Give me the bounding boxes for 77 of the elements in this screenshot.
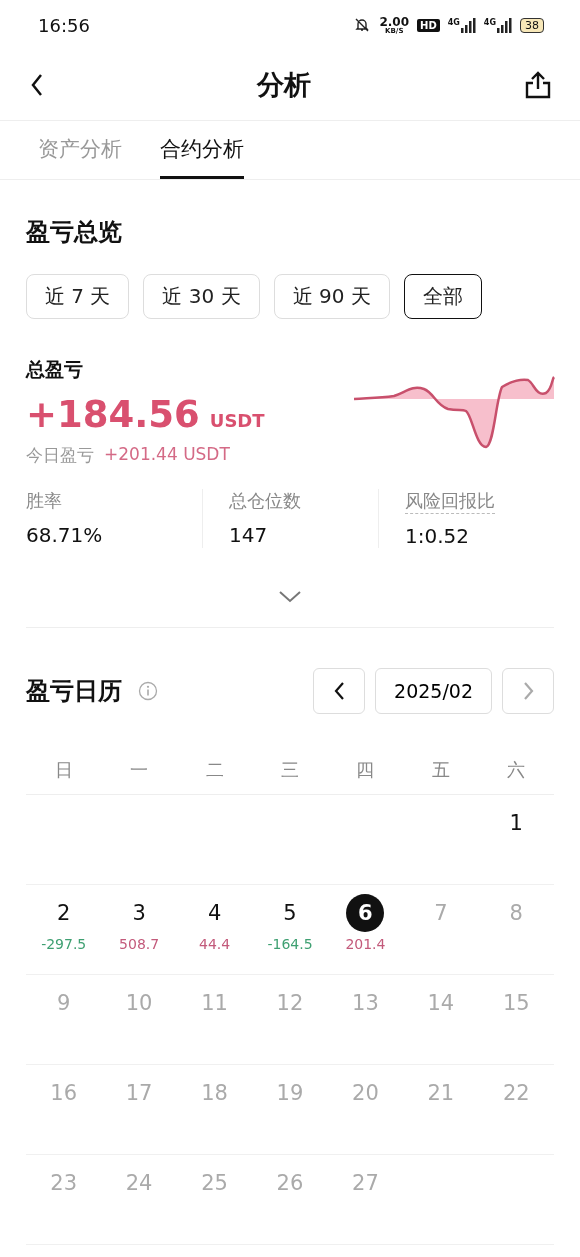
stat-value: 1:0.52 [405, 524, 469, 548]
today-pnl-value: +201.44 USDT [104, 444, 230, 466]
daily-pnl: 44.4 [198, 936, 231, 952]
daily-pnl: -297.5 [41, 936, 87, 952]
expand-button[interactable] [278, 590, 302, 603]
back-button[interactable] [30, 73, 44, 97]
calendar-day[interactable]: 13 [346, 984, 385, 1022]
stat-label[interactable]: 风险回报比 [405, 489, 495, 514]
calendar-day[interactable]: 7 [421, 894, 460, 932]
stat-value: 147 [229, 523, 268, 547]
month-picker[interactable]: 2025/02 [375, 668, 492, 714]
weekday-label: 三 [280, 758, 300, 782]
stat-label: 胜率 [26, 489, 62, 513]
calendar-day[interactable]: 22 [497, 1074, 536, 1112]
page-title: 分析 [257, 68, 311, 102]
tab[interactable]: 合约分析 [160, 121, 244, 179]
info-icon[interactable] [138, 681, 158, 701]
signal-icon [497, 17, 512, 33]
signal-icon [460, 17, 476, 33]
calendar-day[interactable]: 4 [195, 894, 234, 932]
calendar-day[interactable]: 24 [120, 1164, 159, 1202]
calendar-day[interactable]: 3 [120, 894, 159, 932]
period-chip[interactable]: 近 90 天 [273, 274, 390, 319]
network-type: 4G [447, 17, 460, 27]
weekday-label: 四 [355, 758, 376, 782]
calendar-day[interactable]: 27 [346, 1164, 385, 1202]
calendar-day[interactable]: 2 [44, 894, 83, 932]
weekday-label: 五 [430, 758, 451, 782]
period-chip[interactable]: 近 30 天 [143, 274, 260, 319]
calendar-day[interactable]: 6 [346, 894, 385, 932]
period-chip[interactable]: 近 7 天 [26, 274, 130, 319]
daily-pnl: -164.5 [267, 936, 313, 952]
battery-indicator: 38 [520, 17, 544, 33]
currency-unit: USDT [209, 410, 265, 431]
calendar-day[interactable]: 5 [271, 894, 309, 932]
tab[interactable]: 资产分析 [38, 121, 122, 179]
calendar-day[interactable]: 26 [271, 1164, 309, 1202]
stat-value: 68.71% [26, 523, 103, 547]
chevron-left-icon [333, 682, 345, 700]
calendar-day[interactable]: 11 [195, 984, 234, 1022]
share-button[interactable] [524, 70, 552, 100]
section-title: 盈亏总览 [26, 217, 123, 248]
stat-label: 总仓位数 [229, 489, 301, 513]
network-type: 4G [483, 17, 496, 27]
weekday-label: 六 [506, 758, 527, 782]
calendar-day[interactable]: 23 [44, 1164, 83, 1202]
back-icon [30, 73, 44, 97]
share-icon [524, 70, 552, 100]
calendar-day[interactable]: 8 [497, 894, 536, 932]
calendar-day[interactable]: 12 [271, 984, 309, 1022]
total-pnl-label: 总盈亏 [26, 357, 84, 382]
calendar-day[interactable]: 15 [497, 984, 536, 1022]
chevron-down-icon [278, 590, 302, 603]
weekday-label: 二 [204, 758, 225, 782]
chevron-right-icon [522, 682, 534, 700]
calendar-day[interactable]: 1 [497, 804, 536, 842]
total-pnl-value: +184.56 [26, 393, 200, 436]
calendar-day[interactable]: 19 [271, 1074, 309, 1112]
calendar-day[interactable]: 20 [346, 1074, 385, 1112]
calendar-day[interactable]: 9 [44, 984, 83, 1022]
calendar-day[interactable]: 25 [195, 1164, 234, 1202]
today-pnl-label: 今日盈亏 [26, 444, 94, 467]
calendar-day[interactable]: 21 [421, 1074, 460, 1112]
calendar-day[interactable]: 18 [195, 1074, 234, 1112]
weekday-label: 一 [129, 758, 150, 782]
calendar-day[interactable]: 16 [44, 1074, 83, 1112]
clock-time: 16:56 [38, 14, 90, 36]
calendar-day[interactable]: 17 [120, 1074, 159, 1112]
hd-badge: HD [417, 18, 440, 32]
period-chip[interactable]: 全部 [403, 274, 482, 319]
calendar-day[interactable]: 10 [120, 984, 159, 1022]
calendar-day[interactable]: 14 [421, 984, 460, 1022]
previous-month-button[interactable] [313, 668, 366, 714]
weekday-label: 日 [53, 758, 74, 782]
section-title: 盈亏日历 [26, 676, 122, 707]
daily-pnl: 508.7 [119, 936, 160, 952]
daily-pnl: 201.4 [345, 936, 386, 952]
